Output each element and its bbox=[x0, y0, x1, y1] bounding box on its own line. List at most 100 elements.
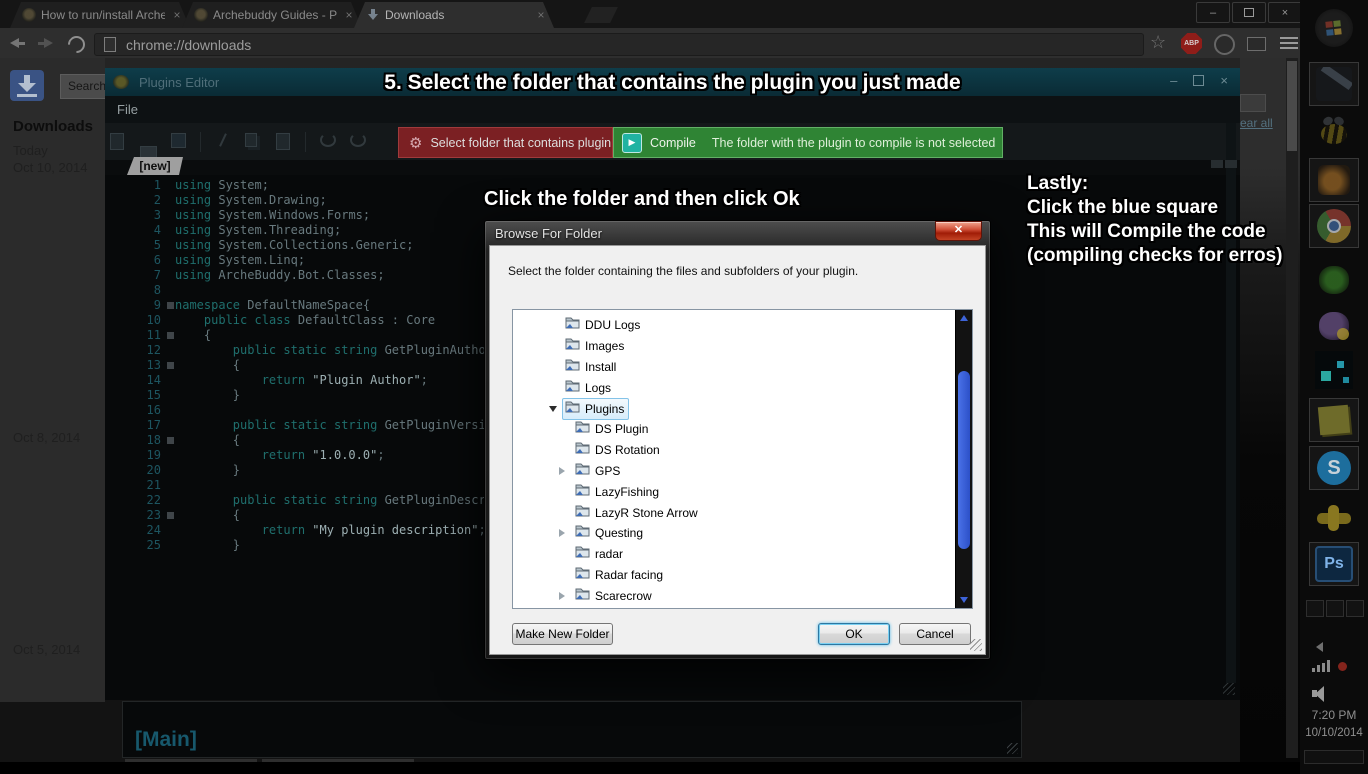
tree-item[interactable]: LazyFishing bbox=[513, 481, 972, 502]
tab-close-icon[interactable]: × bbox=[534, 8, 548, 22]
code-keyword: using bbox=[175, 193, 211, 207]
tree-item[interactable]: DS Rotation bbox=[513, 440, 972, 461]
select-folder-button[interactable]: ⚙ Select folder that contains plugin bbox=[398, 127, 613, 158]
new-file-icon[interactable] bbox=[110, 133, 126, 149]
open-folder-icon[interactable] bbox=[140, 133, 156, 149]
plant-icon[interactable] bbox=[1309, 258, 1359, 302]
step-annotation: 5. Select the folder that contains the p… bbox=[105, 71, 1240, 95]
archeage-folder-icon[interactable] bbox=[1309, 62, 1359, 106]
bookmark-star-icon[interactable]: ☆ bbox=[1150, 32, 1166, 53]
scroll-up-icon[interactable] bbox=[956, 310, 972, 326]
tree-item[interactable]: Plugins bbox=[513, 398, 972, 419]
folder-icon bbox=[575, 566, 590, 579]
network-signal-icon[interactable] bbox=[1312, 660, 1330, 672]
extension-icon-2[interactable] bbox=[1247, 37, 1266, 51]
browser-menu-icon[interactable] bbox=[1280, 37, 1298, 52]
folder-icon bbox=[565, 379, 580, 392]
save-icon[interactable] bbox=[171, 133, 187, 149]
clear-all-link[interactable]: ear all bbox=[1240, 116, 1273, 130]
chrome-icon[interactable] bbox=[1309, 204, 1359, 248]
tree-item[interactable]: GPS bbox=[513, 461, 972, 482]
photoshop-icon[interactable]: Ps bbox=[1309, 542, 1359, 586]
folder-icon bbox=[575, 462, 590, 475]
taskbar-button[interactable] bbox=[1306, 600, 1324, 617]
log-resize-grip[interactable] bbox=[1007, 743, 1018, 754]
tray-clock-time[interactable]: 7:20 PM bbox=[1300, 708, 1368, 722]
tray-clock-date[interactable]: 10/10/2014 bbox=[1300, 727, 1368, 739]
controller-icon[interactable] bbox=[1309, 496, 1359, 540]
collapsed-expander-icon[interactable] bbox=[559, 529, 572, 537]
url-text[interactable]: chrome://downloads bbox=[126, 37, 251, 53]
folder-icon bbox=[575, 420, 590, 433]
scroll-down-icon[interactable] bbox=[956, 592, 972, 608]
archebuddy-bee-icon[interactable] bbox=[1309, 112, 1359, 156]
tab-close-icon[interactable]: × bbox=[342, 8, 356, 22]
network-error-icon[interactable] bbox=[1338, 662, 1347, 671]
split-button[interactable] bbox=[1211, 160, 1223, 168]
forward-icon[interactable] bbox=[38, 38, 53, 48]
tree-item-label: Images bbox=[585, 339, 624, 353]
outline-marker bbox=[167, 362, 174, 369]
browser-tab[interactable]: How to run/install ArcheB× bbox=[10, 2, 190, 28]
redo-icon[interactable] bbox=[350, 133, 366, 149]
dialog-close-icon[interactable]: ✕ bbox=[935, 221, 982, 241]
tray-expand-icon[interactable] bbox=[1316, 642, 1323, 652]
lastly-annotation: Lastly: Click the blue square This will … bbox=[1027, 172, 1283, 268]
tree-item[interactable]: Images bbox=[513, 336, 972, 357]
plugin-tiles-icon[interactable] bbox=[1309, 348, 1359, 392]
editor-resize-grip[interactable] bbox=[1223, 683, 1235, 695]
show-desktop-button[interactable] bbox=[1304, 750, 1364, 764]
maximize-icon[interactable] bbox=[1232, 2, 1266, 23]
paste-icon[interactable] bbox=[276, 133, 292, 149]
dialog-resize-grip[interactable] bbox=[970, 639, 982, 651]
collapsed-expander-icon[interactable] bbox=[559, 592, 572, 600]
folder-tree[interactable]: DDU Logs Images Install Logs Plugins DS … bbox=[512, 309, 973, 609]
compile-button[interactable]: ▶ Compile The folder with the plugin to … bbox=[613, 127, 1003, 158]
taskbar-button-3[interactable] bbox=[1346, 600, 1364, 617]
expanded-expander-icon[interactable] bbox=[549, 406, 562, 412]
menu-file[interactable]: File bbox=[117, 96, 138, 123]
taskbar-button-2[interactable] bbox=[1326, 600, 1344, 617]
tree-item[interactable]: DS Plugin bbox=[513, 419, 972, 440]
copy-icon[interactable] bbox=[245, 133, 261, 149]
tree-item[interactable]: Radar facing bbox=[513, 565, 972, 586]
code-text-span: System bbox=[218, 223, 261, 237]
scrollbar-thumb[interactable] bbox=[1287, 61, 1297, 151]
ok-button[interactable]: OK bbox=[818, 623, 890, 645]
browser-tab[interactable]: Archebuddy Guides - Po× bbox=[182, 2, 362, 28]
editor-file-tab[interactable]: [new] bbox=[127, 157, 183, 175]
address-bar[interactable]: chrome://downloads bbox=[94, 33, 1144, 56]
tree-item-inner: LazyR Stone Arrow bbox=[572, 502, 703, 524]
cancel-button[interactable]: Cancel bbox=[899, 623, 971, 645]
game-shortcut-icon[interactable] bbox=[1309, 158, 1359, 202]
cut-icon[interactable] bbox=[215, 133, 231, 149]
browser-tab[interactable]: Downloads× bbox=[354, 2, 554, 28]
folder-icon bbox=[575, 524, 590, 537]
sticky-notes-icon[interactable] bbox=[1309, 398, 1359, 442]
minimize-icon[interactable]: – bbox=[1196, 2, 1230, 23]
tree-item[interactable]: Scarecrow bbox=[513, 585, 972, 606]
undo-icon[interactable] bbox=[320, 133, 336, 149]
close-icon[interactable]: × bbox=[1268, 2, 1302, 23]
collapsed-expander-icon[interactable] bbox=[559, 467, 572, 475]
start-orb-icon[interactable] bbox=[1309, 6, 1359, 50]
volume-icon[interactable] bbox=[1312, 686, 1328, 702]
tree-item[interactable]: DDU Logs bbox=[513, 315, 972, 336]
split-button-2[interactable] bbox=[1225, 160, 1237, 168]
make-new-folder-button[interactable]: Make New Folder bbox=[512, 623, 613, 645]
extension-icon[interactable] bbox=[1214, 34, 1235, 55]
skype-icon[interactable]: S bbox=[1309, 446, 1359, 490]
tree-item[interactable]: Install bbox=[513, 357, 972, 378]
tab-close-icon[interactable]: × bbox=[170, 8, 184, 22]
tree-item[interactable]: Logs bbox=[513, 377, 972, 398]
tree-item[interactable]: Questing bbox=[513, 523, 972, 544]
adblock-extension-icon[interactable]: ABP bbox=[1181, 33, 1202, 54]
tree-item[interactable]: radar bbox=[513, 544, 972, 565]
code-text-span bbox=[175, 313, 204, 327]
tree-scrollbar[interactable] bbox=[955, 310, 972, 608]
tree-item[interactable]: LazyR Stone Arrow bbox=[513, 502, 972, 523]
browser-scrollbar[interactable] bbox=[1286, 58, 1298, 758]
character-icon[interactable] bbox=[1309, 304, 1359, 348]
back-icon[interactable] bbox=[10, 38, 25, 48]
tree-scrollbar-thumb[interactable] bbox=[958, 371, 970, 549]
